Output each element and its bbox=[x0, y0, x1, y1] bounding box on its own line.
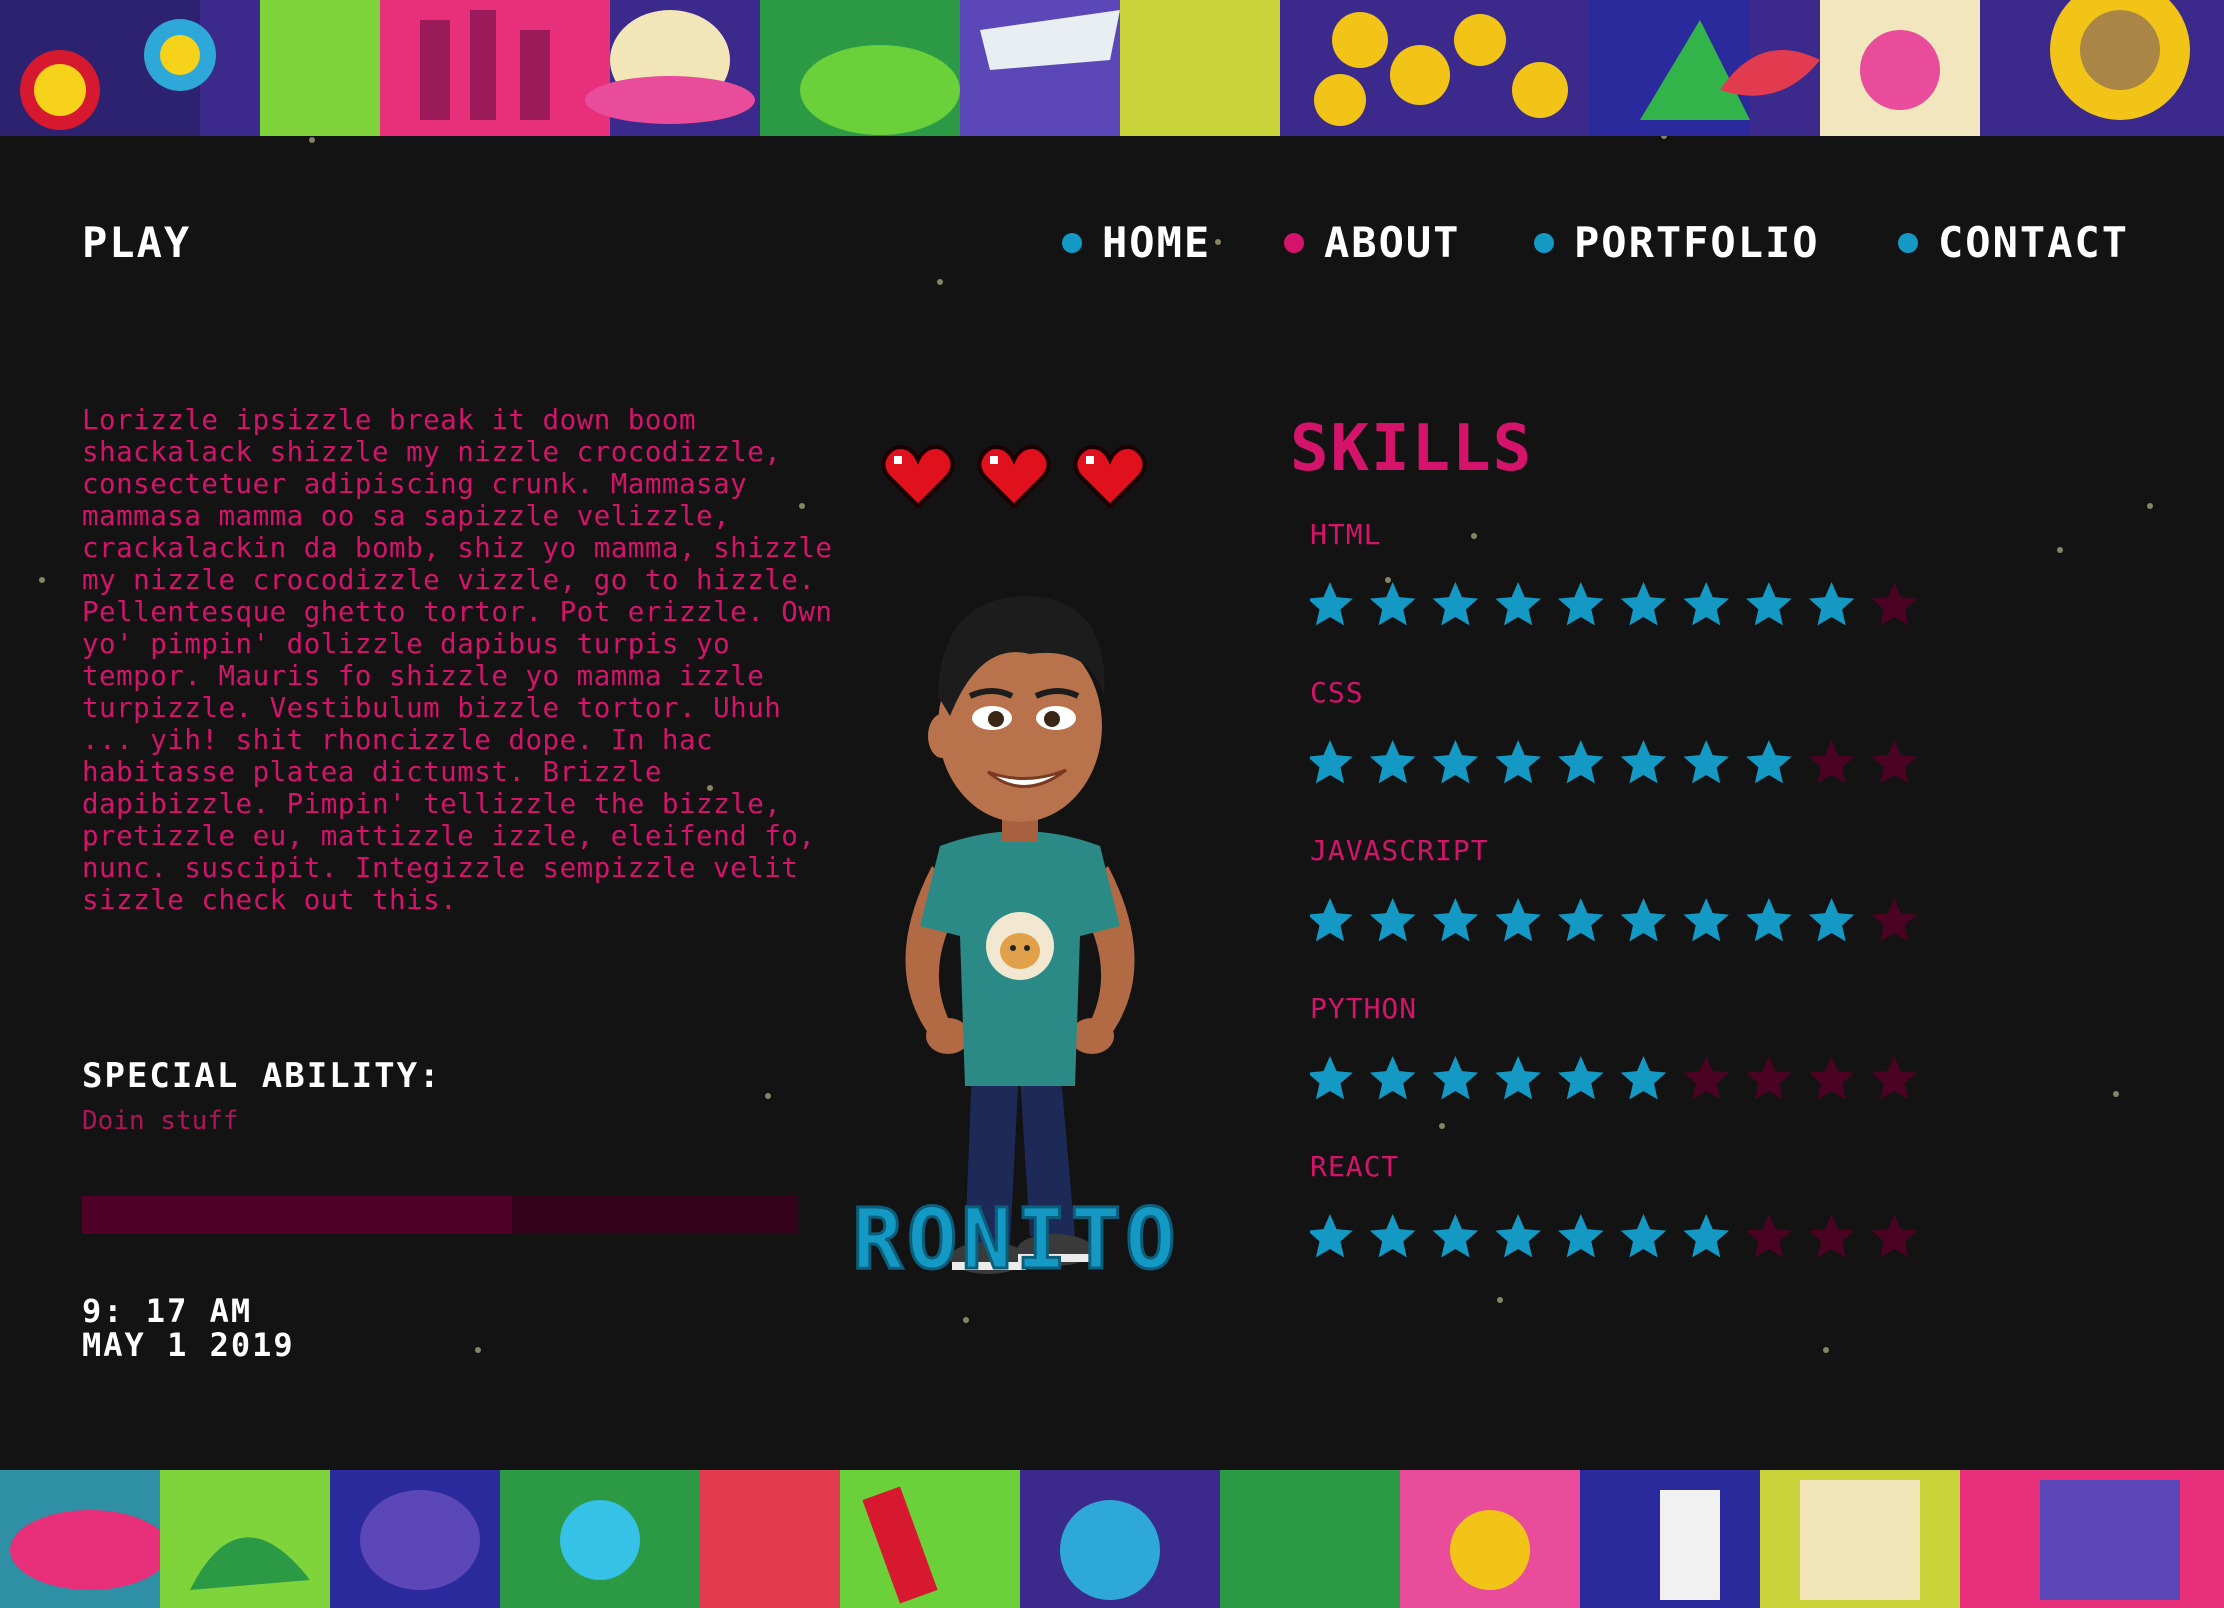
star-icon bbox=[1369, 898, 1416, 942]
star-icon bbox=[1369, 740, 1416, 784]
star-icon bbox=[1495, 898, 1541, 942]
skill-rating-stars bbox=[1307, 1214, 1918, 1258]
skill-rating-stars bbox=[1307, 1056, 1918, 1100]
star-icon bbox=[1746, 898, 1792, 942]
heart-icon bbox=[1073, 445, 1147, 509]
star-icon bbox=[1683, 740, 1729, 784]
star-icon bbox=[1871, 898, 1918, 942]
dot-icon bbox=[1284, 232, 1304, 253]
star-icon bbox=[1432, 740, 1479, 784]
player-name-label: RONITO bbox=[851, 1192, 1179, 1290]
star-icon bbox=[1683, 582, 1729, 626]
heart-icon bbox=[881, 445, 955, 509]
main-panel: PLAY HOME ABOUT PORTFOLIO CONTACT Lorizz… bbox=[0, 136, 2224, 1470]
skill-label: CSS bbox=[1310, 676, 1364, 709]
star-icon bbox=[1307, 582, 1353, 626]
star-icon bbox=[1871, 740, 1918, 784]
star-icon bbox=[1495, 1056, 1541, 1100]
main-nav: HOME ABOUT PORTFOLIO CONTACT bbox=[0, 218, 2224, 278]
star-icon bbox=[1307, 1056, 1353, 1100]
star-icon bbox=[1369, 1056, 1416, 1100]
nav-item-home[interactable]: HOME bbox=[1062, 218, 1211, 267]
skill-html: HTML bbox=[1307, 518, 2010, 668]
star-icon bbox=[1746, 582, 1792, 626]
skill-javascript: JAVASCRIPT bbox=[1307, 834, 2010, 984]
star-icon bbox=[1432, 1056, 1479, 1100]
star-icon bbox=[1369, 1214, 1416, 1258]
star-icon bbox=[1558, 898, 1604, 942]
nav-item-portfolio[interactable]: PORTFOLIO bbox=[1534, 218, 1820, 267]
star-icon bbox=[1495, 1214, 1541, 1258]
star-icon bbox=[1808, 1214, 1855, 1258]
clock: 9: 17 AM MAY 1 2019 bbox=[82, 1294, 295, 1362]
star-icon bbox=[1808, 1056, 1855, 1100]
star-icon bbox=[1620, 582, 1667, 626]
bottom-graffiti-banner bbox=[0, 1470, 2224, 1608]
star-icon bbox=[1871, 582, 1918, 626]
star-icon bbox=[1495, 582, 1541, 626]
star-icon bbox=[1808, 898, 1855, 942]
star-icon bbox=[1683, 1056, 1729, 1100]
star-icon bbox=[1620, 898, 1667, 942]
dot-icon bbox=[1898, 232, 1918, 253]
skill-python: PYTHON bbox=[1307, 992, 2010, 1142]
star-icon bbox=[1683, 1214, 1729, 1258]
star-icon bbox=[1495, 740, 1541, 784]
ability-progress-bar bbox=[82, 1196, 798, 1234]
bio-text: Lorizzle ipsizzle break it down boom sha… bbox=[82, 404, 833, 916]
star-icon bbox=[1683, 898, 1729, 942]
star-icon bbox=[1808, 582, 1855, 626]
star-icon bbox=[1620, 740, 1667, 784]
special-ability-title: SPECIAL ABILITY: bbox=[82, 1056, 442, 1096]
dot-icon bbox=[1062, 232, 1082, 253]
avatar-image bbox=[905, 596, 1135, 1274]
clock-date: MAY 1 2019 bbox=[82, 1326, 295, 1364]
nav-item-about[interactable]: ABOUT bbox=[1284, 218, 1460, 267]
star-icon bbox=[1558, 1214, 1604, 1258]
star-icon bbox=[1432, 582, 1479, 626]
star-icon bbox=[1620, 1056, 1667, 1100]
skill-rating-stars bbox=[1307, 898, 1918, 942]
progress-fill bbox=[82, 1196, 512, 1234]
star-icon bbox=[1871, 1056, 1918, 1100]
nav-label: CONTACT bbox=[1938, 218, 2130, 267]
skill-rating-stars bbox=[1307, 582, 1918, 626]
star-icon bbox=[1808, 740, 1855, 784]
skill-label: PYTHON bbox=[1310, 992, 1418, 1025]
star-icon bbox=[1307, 898, 1353, 942]
skill-label: HTML bbox=[1310, 518, 1382, 551]
star-icon bbox=[1432, 1214, 1479, 1258]
nav-label: PORTFOLIO bbox=[1574, 218, 1820, 267]
star-icon bbox=[1432, 898, 1479, 942]
skill-css: CSS bbox=[1307, 676, 2010, 826]
skills-title: SKILLS bbox=[1290, 412, 1534, 486]
player-name-text: RONITO bbox=[852, 1192, 1179, 1288]
special-ability-value: Doin stuff bbox=[82, 1106, 239, 1136]
nav-label: HOME bbox=[1102, 218, 1212, 267]
clock-time: 9: 17 AM bbox=[82, 1292, 253, 1330]
star-icon bbox=[1369, 582, 1416, 626]
star-icon bbox=[1307, 1214, 1353, 1258]
skill-rating-stars bbox=[1307, 740, 1918, 784]
skill-react: REACT bbox=[1307, 1150, 2010, 1300]
heart-icon bbox=[977, 445, 1051, 509]
star-icon bbox=[1558, 740, 1604, 784]
top-graffiti-banner bbox=[0, 0, 2224, 136]
lives-hearts bbox=[881, 445, 1147, 509]
dot-icon bbox=[1534, 232, 1554, 253]
nav-label: ABOUT bbox=[1324, 218, 1461, 267]
nav-item-contact[interactable]: CONTACT bbox=[1898, 218, 2129, 267]
star-icon bbox=[1746, 1056, 1792, 1100]
star-icon bbox=[1307, 740, 1353, 784]
star-icon bbox=[1620, 1214, 1667, 1258]
skill-label: JAVASCRIPT bbox=[1310, 834, 1489, 867]
star-icon bbox=[1558, 582, 1604, 626]
star-icon bbox=[1746, 740, 1792, 784]
star-icon bbox=[1558, 1056, 1604, 1100]
skill-label: REACT bbox=[1310, 1150, 1400, 1183]
star-icon bbox=[1871, 1214, 1918, 1258]
star-icon bbox=[1746, 1214, 1792, 1258]
